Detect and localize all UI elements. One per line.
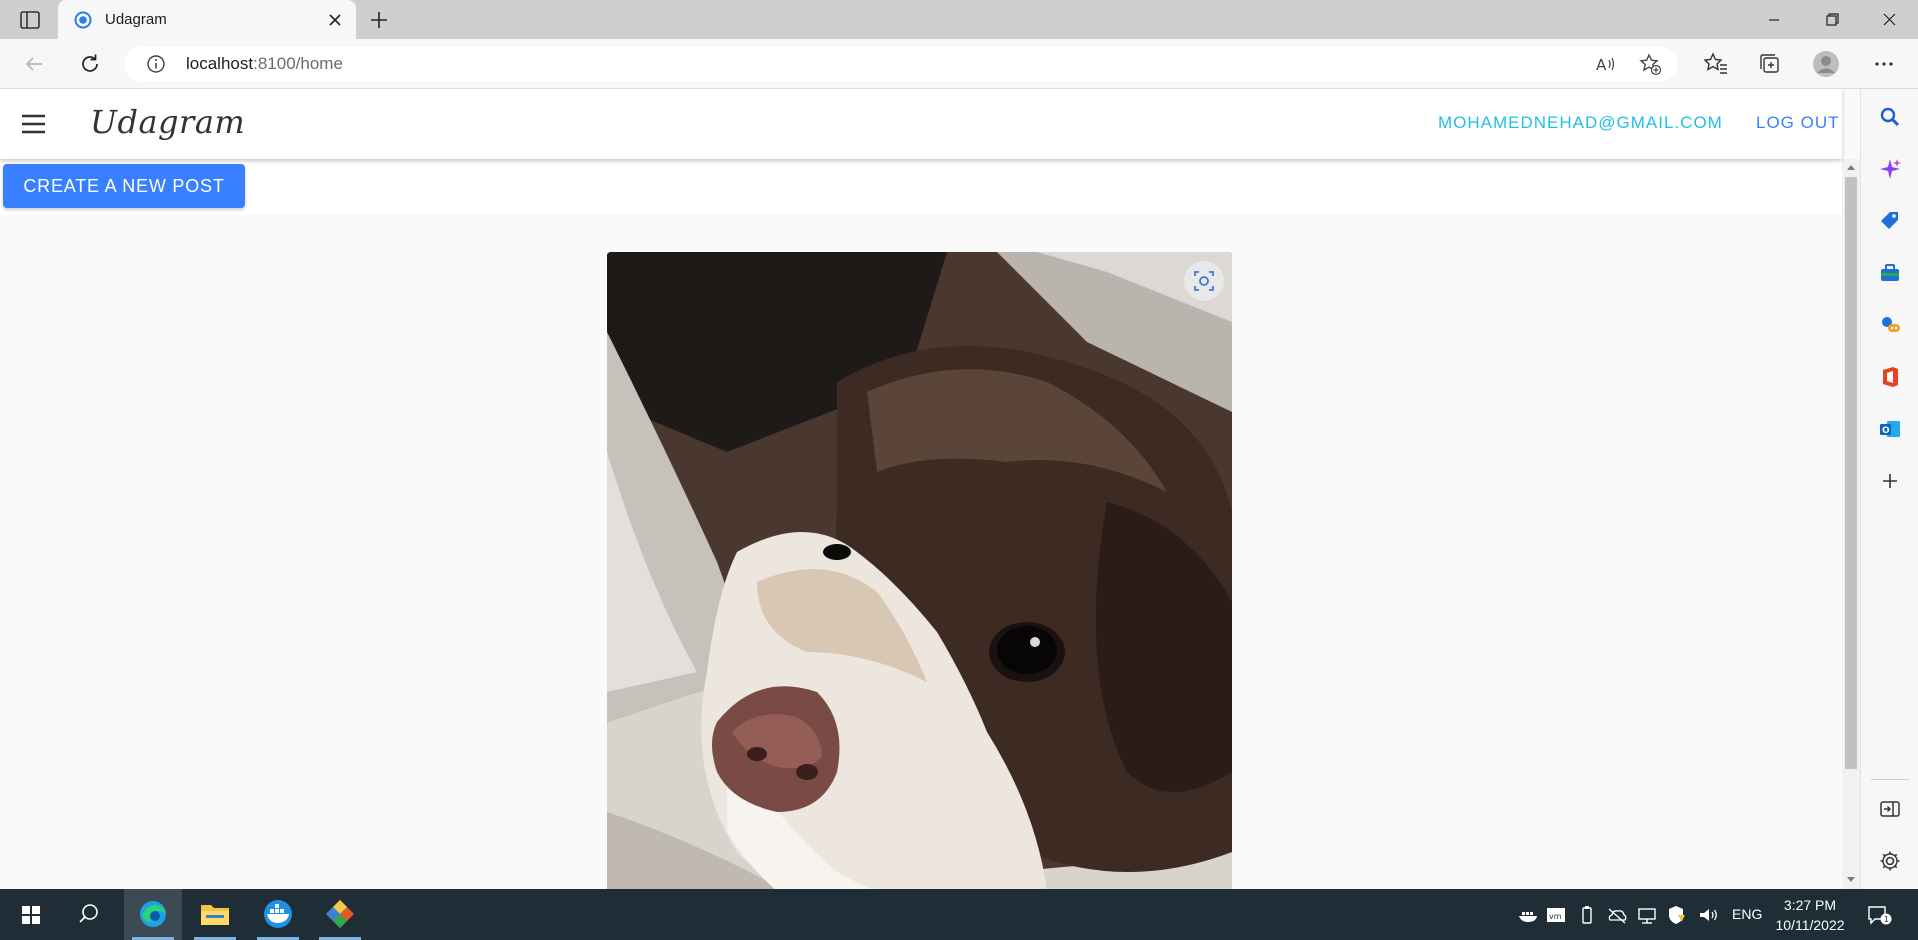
outlook-icon[interactable]: O	[1878, 417, 1902, 441]
visual-search-icon[interactable]	[1184, 261, 1224, 301]
url-text[interactable]: localhost:8100/home	[186, 54, 343, 74]
tools-icon[interactable]	[1878, 261, 1902, 285]
edge-sidebar: O	[1860, 89, 1918, 889]
scrollbar-thumb[interactable]	[1845, 177, 1857, 769]
windows-taskbar: vm ENG 3:27 PM 10/11/2022 1	[0, 889, 1918, 940]
create-post-strip	[0, 159, 1842, 214]
profile-avatar-icon[interactable]	[1812, 50, 1840, 78]
more-options-icon[interactable]	[1870, 50, 1898, 78]
clock-time: 3:27 PM	[1783, 897, 1837, 913]
copilot-sparkle-icon[interactable]	[1878, 157, 1902, 181]
tab-favicon-icon	[74, 11, 92, 29]
search-icon[interactable]	[1878, 105, 1902, 129]
web-page: Udagram MOHAMEDNEHAD@GMAIL.COM LOG OUT C…	[0, 89, 1860, 889]
app-logo: Udagram	[90, 103, 246, 141]
page-scrollbar[interactable]	[1842, 159, 1860, 889]
favorites-icon[interactable]	[1702, 50, 1730, 78]
volume-tray-icon[interactable]	[1697, 904, 1719, 926]
new-tab-icon[interactable]	[367, 8, 391, 32]
restore-icon[interactable]	[1812, 6, 1852, 34]
edge-taskbar-icon[interactable]	[124, 889, 182, 940]
dog-photo	[607, 252, 1232, 889]
hide-sidebar-icon[interactable]	[1878, 797, 1902, 821]
feed-item-card[interactable]	[607, 252, 1232, 889]
clock-date: 10/11/2022	[1775, 917, 1845, 933]
games-icon[interactable]	[1878, 313, 1902, 337]
app-toolbar: Udagram MOHAMEDNEHAD@GMAIL.COM LOG OUT	[0, 89, 1842, 159]
scroll-down-icon[interactable]	[1847, 877, 1855, 882]
security-tray-icon[interactable]	[1665, 904, 1687, 926]
minimize-icon[interactable]	[1754, 6, 1794, 34]
site-info-icon[interactable]	[146, 54, 166, 74]
start-icon[interactable]	[2, 889, 60, 940]
network-tray-icon[interactable]	[1636, 904, 1658, 926]
sidebar-settings-icon[interactable]	[1878, 849, 1902, 873]
onedrive-tray-icon[interactable]	[1606, 904, 1628, 926]
tab-actions-icon[interactable]	[18, 8, 42, 32]
docker-icon[interactable]	[249, 889, 307, 940]
back-icon[interactable]	[20, 50, 48, 78]
tab-title: Udagram	[105, 11, 167, 28]
file-explorer-icon[interactable]	[186, 889, 244, 940]
notifications-icon[interactable]: 1	[1866, 904, 1892, 926]
browser-tab-strip: Udagram	[0, 0, 1918, 39]
logout-button[interactable]: LOG OUT	[1756, 113, 1840, 133]
system-clock[interactable]: 3:27 PM 10/11/2022	[1770, 895, 1850, 935]
url-host: localhost	[186, 54, 254, 73]
vmware-tray-icon[interactable]: vm	[1545, 904, 1567, 926]
refresh-icon[interactable]	[76, 50, 104, 78]
svg-text:vm: vm	[1549, 912, 1562, 921]
svg-text:O: O	[1882, 426, 1890, 436]
docker-tray-icon[interactable]	[1517, 904, 1539, 926]
url-path: :8100/home	[253, 54, 343, 73]
close-window-icon[interactable]	[1869, 6, 1909, 34]
svg-text:1: 1	[1884, 915, 1889, 924]
address-bar-row: localhost:8100/home A	[0, 39, 1918, 89]
sidebar-divider	[1871, 779, 1909, 780]
tab-close-icon[interactable]	[324, 9, 346, 31]
collections-icon[interactable]	[1756, 50, 1784, 78]
office-icon[interactable]	[1878, 365, 1902, 389]
create-post-button[interactable]: CREATE A NEW POST	[3, 164, 245, 208]
input-language[interactable]: ENG	[1732, 906, 1762, 922]
user-email-link[interactable]: MOHAMEDNEHAD@GMAIL.COM	[1438, 113, 1723, 133]
address-bar[interactable]: localhost:8100/home A	[124, 47, 1678, 81]
add-favorite-icon[interactable]	[1638, 52, 1662, 76]
browser-tab-udagram[interactable]: Udagram	[58, 0, 356, 39]
taskbar-search-icon[interactable]	[60, 889, 118, 940]
scroll-up-icon[interactable]	[1847, 165, 1855, 170]
shopping-tag-icon[interactable]	[1878, 209, 1902, 233]
add-sidebar-app-icon[interactable]	[1878, 469, 1902, 493]
read-aloud-icon[interactable]: A	[1594, 52, 1618, 76]
usb-tray-icon[interactable]	[1576, 904, 1598, 926]
menu-icon[interactable]	[20, 112, 48, 136]
svg-text:A: A	[1596, 56, 1607, 74]
git-gui-icon[interactable]	[311, 889, 369, 940]
